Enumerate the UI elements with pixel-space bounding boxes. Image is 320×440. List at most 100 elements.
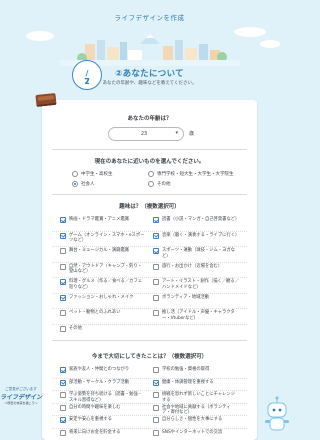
checkbox[interactable] [60,217,66,223]
values-checkbox-item[interactable]: 家族や友人・仲間とのつながり [60,367,146,373]
radio-label: 専門学校・短大生・大学生・大学院生 [157,172,234,177]
book-icon [35,92,57,108]
values-checkbox-item[interactable]: 挑戦を恐れず新しいことにチャレンジする [153,392,239,403]
values-checkbox-item[interactable]: 社会や地域に貢献する（ボランティア・寄付など） [153,404,239,416]
checkbox[interactable] [153,367,159,373]
app-banner: ご意見がございます ライフデザイン 〜明日の未来を描こう〜 [0,387,43,419]
hobbies-checkbox-item[interactable]: ペット・動物とのふれあい [60,310,146,316]
row-separator [52,390,247,391]
row-separator [52,377,247,379]
checkbox-label: ボランティア・地域活動 [162,294,210,300]
hobbies-checkbox-item[interactable]: その他 [60,325,146,332]
hobbies-checkbox-item[interactable]: 読書（小説・マンガ・自己啓発書など） [153,217,239,223]
checkbox[interactable] [153,310,159,316]
checkbox-label: 読書（小説・マンガ・自己啓発書など） [162,217,240,222]
checkbox[interactable] [153,379,159,386]
checkbox[interactable] [60,263,66,270]
hobbies-checkbox-item[interactable]: 推し活（アイドル・声優・キャラクター・Vtuberなど） [153,310,239,321]
row-separator [52,246,247,247]
checkbox[interactable] [153,429,159,436]
checkbox[interactable] [60,367,66,373]
checkbox[interactable] [60,325,66,332]
checkbox-label: 家族や友人・仲間とのつながり [69,367,130,372]
hobbies-checkbox-item[interactable]: ファッション・おしゃれ・メイク [60,294,146,301]
checkbox[interactable] [60,232,66,239]
checkbox-label: SNSやインターネットでの交流 [162,429,223,435]
radio-dot [72,181,78,187]
values-checkbox-item[interactable]: 学校の勉強・資格の取得 [153,367,239,373]
hobbies-checkbox-item[interactable]: 音楽（聴く・演奏する・ライブに行く） [153,232,240,239]
divider [52,340,247,341]
divider [52,194,247,195]
checkbox-label: 舞台・ミュージカル・演劇鑑賞 [69,248,130,253]
checkbox-label: 学ぶ姿勢を持ち続ける（読書・勉強・スキル習得など） [69,392,143,403]
age-question: あなたの年齢は？ [127,116,172,122]
banner-tagline: 〜明日の未来を描こう〜 [4,401,38,405]
checkbox[interactable] [153,279,159,285]
hobbies-checkbox-item[interactable]: ボランティア・地域活動 [153,294,239,301]
values-checkbox-item[interactable]: 部活動・サークル・クラブ活動 [60,379,146,386]
checkbox[interactable] [153,417,159,423]
checkbox-label: ペット・動物とのふれあい [69,310,121,315]
banner-logo: ライフデザイン [0,394,43,401]
hobbies-checkbox-item[interactable]: ゲーム（オンライン・スマホ・eスポーツなど） [60,232,146,244]
row-separator [52,308,247,309]
checkbox[interactable] [60,310,66,316]
section-subtitle: あなたの年齢や、趣味などを教えてください。 [102,81,197,86]
checkbox[interactable] [153,248,159,254]
hobbies-checkbox-item[interactable]: スポーツ・運動（球技・ジム・ヨガなど） [153,248,239,259]
radio-option-university[interactable]: 専門学校・短大生・大学生・大学院生 [148,171,234,177]
row-separator [52,230,247,232]
checkbox-label: 学校の勉強・資格の取得 [162,367,210,372]
hobbies-checkbox-item[interactable]: アート・イラスト・創作（描く／観る／ハンドメイドなど） [153,279,239,290]
checkbox-label: 推し活（アイドル・声優・キャラクター・Vtuberなど） [162,310,235,321]
values-checkbox-item[interactable]: 将来に向けお金を貯金する [60,429,146,436]
checkbox-label: ファッション・おしゃれ・メイク [69,294,134,300]
checkbox-label: ゲーム（オンライン・スマホ・eスポーツなど） [69,232,145,244]
hobbies-checkbox-item[interactable]: 自然・アウトドア（キャンプ・釣り・登山など） [60,263,146,275]
checkbox-label: 映画・ドラマ鑑賞・アニメ鑑賞 [69,217,130,222]
age-unit: 歳 [189,131,195,137]
checkbox[interactable] [60,417,66,423]
hobbies-checkbox-item[interactable]: 映画・ドラマ鑑賞・アニメ鑑賞 [60,217,146,223]
checkbox[interactable] [153,294,159,301]
checkbox-label: 健康・体調管理を重視する [162,379,214,385]
radio-label: その他 [157,182,171,187]
checkbox[interactable] [60,248,66,254]
checkbox-label: 料理・グルメ（作る／食べる／カフェ巡りなど） [69,279,143,290]
checkbox[interactable] [60,429,66,436]
checkbox[interactable] [153,232,159,239]
checkbox[interactable] [153,404,159,411]
checkbox[interactable] [153,263,159,270]
hobbies-question: 趣味は？（複数選択可） [119,204,180,210]
hobbies-checkbox-item[interactable]: 舞台・ミュージカル・演劇鑑賞 [60,248,146,254]
header-title: ライフデザインを作成 [114,14,185,22]
radio-option-student[interactable]: 中学生・高校生 [72,171,113,177]
values-checkbox-item[interactable]: 健康・体調管理を重視する [153,379,239,386]
checkbox[interactable] [60,392,66,398]
checkbox-label: 音楽（聴く・演奏する・ライブに行く） [162,232,240,238]
checkbox[interactable] [153,217,159,223]
values-checkbox-item[interactable]: 学ぶ姿勢を持ち続ける（読書・勉強・スキル習得など） [60,392,146,403]
values-checkbox-item[interactable]: SNSやインターネットでの交流 [153,429,239,436]
checkbox[interactable] [60,379,66,386]
hobbies-checkbox-item[interactable]: 旅行・お出かけ（近場を含む） [153,263,239,270]
checkbox-label: 自分の時間や趣味を楽しむ [69,404,121,410]
values-checkbox-item[interactable]: 自分の時間や趣味を楽しむ [60,404,146,411]
divider [52,149,247,150]
values-question: 今まで大切にしてきたことは？（複数選択可） [91,354,208,360]
values-checkbox-item[interactable]: 自分らしさ・個性を大事にする [153,417,239,423]
checkbox-label: 旅行・お出かけ（近場を含む） [162,263,223,269]
row-separator [52,277,247,278]
radio-option-worker[interactable]: 社会人 [72,181,95,187]
checkbox[interactable] [60,404,66,411]
hobbies-checkbox-item[interactable]: 料理・グルメ（作る／食べる／カフェ巡りなど） [60,279,146,290]
checkbox[interactable] [60,294,66,301]
row-separator [52,402,247,404]
checkbox[interactable] [60,279,66,285]
values-checkbox-item[interactable]: 安定や安心を重視する [60,417,146,423]
checkbox[interactable] [153,392,159,398]
age-select[interactable]: 23 ▾ [108,127,184,141]
radio-option-other[interactable]: その他 [148,181,171,187]
checkbox-label: 自分らしさ・個性を大事にする [162,417,223,422]
